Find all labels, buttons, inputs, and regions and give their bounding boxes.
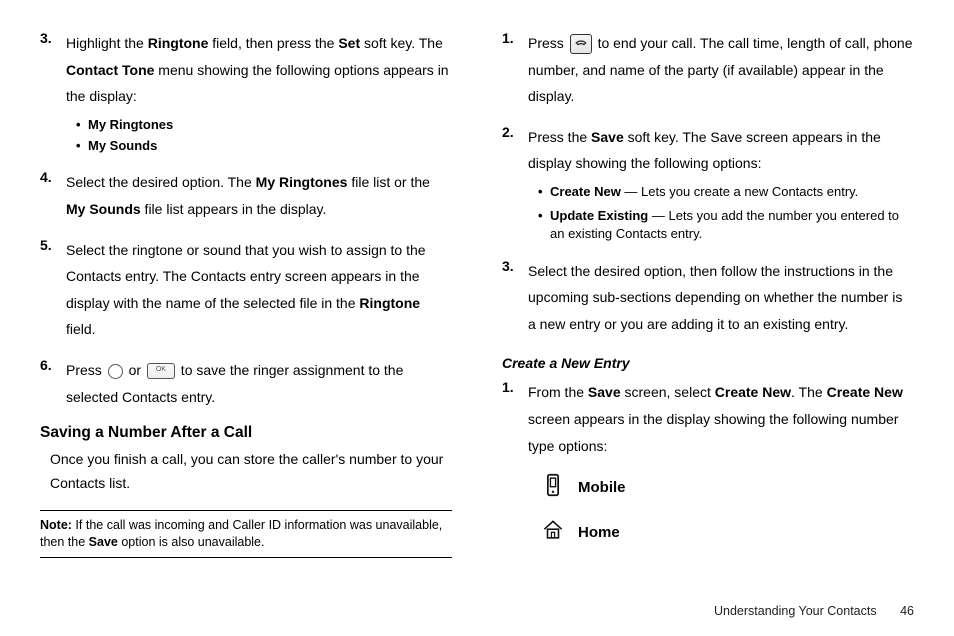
text: Press the bbox=[528, 129, 591, 145]
paragraph: Once you finish a call, you can store th… bbox=[50, 448, 452, 496]
list-item: Create New — Lets you create a new Conta… bbox=[538, 183, 914, 201]
text-bold: Save bbox=[89, 535, 118, 549]
section-heading: Saving a Number After a Call bbox=[40, 424, 452, 442]
step-3: 3. Highlight the Ringtone field, then pr… bbox=[40, 30, 452, 155]
text-bold: Contact Tone bbox=[66, 62, 154, 78]
page-number: 46 bbox=[900, 604, 914, 618]
text-bold: My Ringtones bbox=[88, 117, 173, 132]
options-list: My Ringtones My Sounds bbox=[76, 116, 452, 156]
steps-list: 1. From the Save screen, select Create N… bbox=[502, 379, 914, 459]
step-1: 1. Press to end your call. The call time… bbox=[502, 30, 914, 110]
step-1: 1. From the Save screen, select Create N… bbox=[502, 379, 914, 459]
options-list: Create New — Lets you create a new Conta… bbox=[538, 183, 914, 244]
text: . The bbox=[791, 384, 827, 400]
manual-page: 3. Highlight the Ringtone field, then pr… bbox=[0, 0, 954, 636]
text: Press bbox=[66, 362, 106, 378]
text: or bbox=[125, 362, 145, 378]
text-bold: Update Existing bbox=[550, 208, 648, 223]
text: field. bbox=[66, 321, 96, 337]
steps-list: 3. Highlight the Ringtone field, then pr… bbox=[40, 30, 452, 410]
text-bold: Ringtone bbox=[359, 295, 420, 311]
text-bold: My Sounds bbox=[88, 138, 157, 153]
option-label: Home bbox=[578, 524, 620, 541]
text-bold: Create New bbox=[715, 384, 791, 400]
text-bold: Ringtone bbox=[148, 35, 209, 51]
option-label: Mobile bbox=[578, 479, 626, 496]
step-3: 3. Select the desired option, then follo… bbox=[502, 258, 914, 338]
text: screen appears in the display showing th… bbox=[528, 411, 898, 454]
list-item: My Sounds bbox=[76, 137, 452, 156]
text-bold: My Sounds bbox=[66, 201, 141, 217]
text: Press bbox=[528, 35, 568, 51]
note-label: Note: bbox=[40, 518, 72, 532]
ok-circle-icon bbox=[108, 364, 123, 379]
list-item: Update Existing — Lets you add the numbe… bbox=[538, 207, 914, 243]
end-call-key-icon bbox=[570, 34, 592, 54]
mobile-icon bbox=[542, 473, 564, 502]
right-column: 1. Press to end your call. The call time… bbox=[477, 30, 914, 616]
text: file list or the bbox=[347, 174, 429, 190]
steps-list: 1. Press to end your call. The call time… bbox=[502, 30, 914, 337]
text: Select the desired option, then follow t… bbox=[528, 258, 914, 338]
page-footer: Understanding Your Contacts 46 bbox=[714, 604, 914, 618]
home-icon bbox=[542, 518, 564, 547]
left-column: 3. Highlight the Ringtone field, then pr… bbox=[40, 30, 477, 616]
text: — Lets you create a new Contacts entry. bbox=[621, 184, 859, 199]
text: file list appears in the display. bbox=[141, 201, 327, 217]
text-bold: Save bbox=[591, 129, 624, 145]
text: Select the desired option. The bbox=[66, 174, 256, 190]
subsection-heading: Create a New Entry bbox=[502, 355, 914, 371]
text: Highlight the bbox=[66, 35, 148, 51]
text: option is also unavailable. bbox=[118, 535, 265, 549]
text-bold: Set bbox=[338, 35, 360, 51]
ok-key-icon: OK bbox=[147, 363, 175, 379]
text-bold: Create New bbox=[550, 184, 621, 199]
step-2: 2. Press the Save soft key. The Save scr… bbox=[502, 124, 914, 244]
chapter-title: Understanding Your Contacts bbox=[714, 604, 877, 618]
text-bold: Save bbox=[588, 384, 621, 400]
text-bold: Create New bbox=[827, 384, 903, 400]
text: field, then press the bbox=[208, 35, 338, 51]
note-block: Note: If the call was incoming and Calle… bbox=[40, 510, 452, 558]
text: screen, select bbox=[621, 384, 715, 400]
number-type-options: Mobile Home bbox=[542, 473, 914, 547]
list-item: My Ringtones bbox=[76, 116, 452, 135]
option-mobile: Mobile bbox=[542, 473, 914, 502]
step-5: 5. Select the ringtone or sound that you… bbox=[40, 237, 452, 343]
step-6: 6. Press or OK to save the ringer assign… bbox=[40, 357, 452, 410]
text: From the bbox=[528, 384, 588, 400]
step-4: 4. Select the desired option. The My Rin… bbox=[40, 169, 452, 222]
text: soft key. The bbox=[360, 35, 443, 51]
text-bold: My Ringtones bbox=[256, 174, 348, 190]
option-home: Home bbox=[542, 518, 914, 547]
